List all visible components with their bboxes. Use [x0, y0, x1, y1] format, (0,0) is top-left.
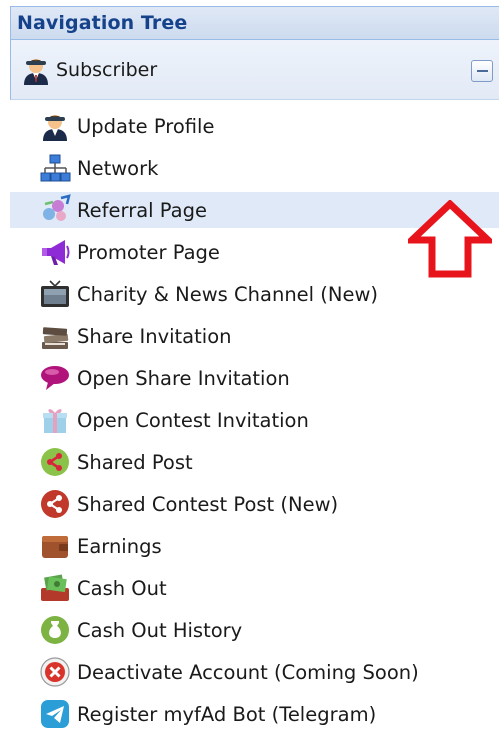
collapse-button[interactable]	[471, 60, 493, 82]
menu-label: Open Share Invitation	[77, 366, 290, 390]
menu-label: Earnings	[77, 534, 162, 558]
minus-icon	[476, 70, 488, 72]
tv-icon	[39, 278, 71, 310]
up-arrow-icon	[408, 200, 492, 278]
close-circle-icon	[39, 656, 71, 688]
menu-label: Shared Post	[77, 450, 193, 474]
books-icon	[39, 320, 71, 352]
megaphone-icon	[39, 236, 71, 268]
menu-item-register-bot[interactable]: Register myfAd Bot (Telegram)	[10, 696, 499, 732]
wallet-icon	[39, 530, 71, 562]
gift-icon	[39, 404, 71, 436]
menu-item-update-profile[interactable]: Update Profile	[10, 108, 499, 144]
navigation-panel: Navigation Tree Subscriber Update Profil…	[10, 6, 499, 736]
network-icon	[39, 152, 71, 184]
menu-label: Network	[77, 156, 159, 180]
tree-node-subscriber[interactable]: Subscriber	[10, 40, 499, 100]
referral-icon	[39, 194, 71, 226]
menu-label: Referral Page	[77, 198, 207, 222]
menu-item-open-contest-invitation[interactable]: Open Contest Invitation	[10, 402, 499, 438]
money-bag-icon	[39, 614, 71, 646]
menu-label: Cash Out	[77, 576, 167, 600]
share-green-icon	[39, 446, 71, 478]
menu-label: Cash Out History	[77, 618, 243, 642]
section-label: Subscriber	[56, 58, 158, 81]
menu-label: Update Profile	[77, 114, 215, 138]
user-profile-icon	[39, 110, 71, 142]
menu-label: Register myfAd Bot (Telegram)	[77, 702, 377, 726]
menu-label: Promoter Page	[77, 240, 220, 264]
panel-title: Navigation Tree	[17, 12, 188, 34]
menu-label: Share Invitation	[77, 324, 232, 348]
menu-item-open-share-invitation[interactable]: Open Share Invitation	[10, 360, 499, 396]
menu-item-charity-news-channel[interactable]: Charity & News Channel (New)	[10, 276, 499, 312]
menu-label: Deactivate Account (Coming Soon)	[77, 660, 419, 684]
panel-header: Navigation Tree	[10, 6, 499, 40]
menu-item-shared-post[interactable]: Shared Post	[10, 444, 499, 480]
menu-label: Charity & News Channel (New)	[77, 282, 379, 306]
menu-label: Open Contest Invitation	[77, 408, 309, 432]
menu-item-network[interactable]: Network	[10, 150, 499, 186]
cash-icon	[39, 572, 71, 604]
speech-bubble-icon	[39, 362, 71, 394]
telegram-icon	[39, 698, 71, 730]
menu-item-shared-contest-post[interactable]: Shared Contest Post (New)	[10, 486, 499, 522]
menu-label: Shared Contest Post (New)	[77, 492, 339, 516]
subscriber-icon	[20, 54, 52, 86]
menu-item-cash-out-history[interactable]: Cash Out History	[10, 612, 499, 648]
menu-item-earnings[interactable]: Earnings	[10, 528, 499, 564]
menu-item-cash-out[interactable]: Cash Out	[10, 570, 499, 606]
menu-item-share-invitation[interactable]: Share Invitation	[10, 318, 499, 354]
share-red-icon	[39, 488, 71, 520]
menu-item-deactivate-account[interactable]: Deactivate Account (Coming Soon)	[10, 654, 499, 690]
